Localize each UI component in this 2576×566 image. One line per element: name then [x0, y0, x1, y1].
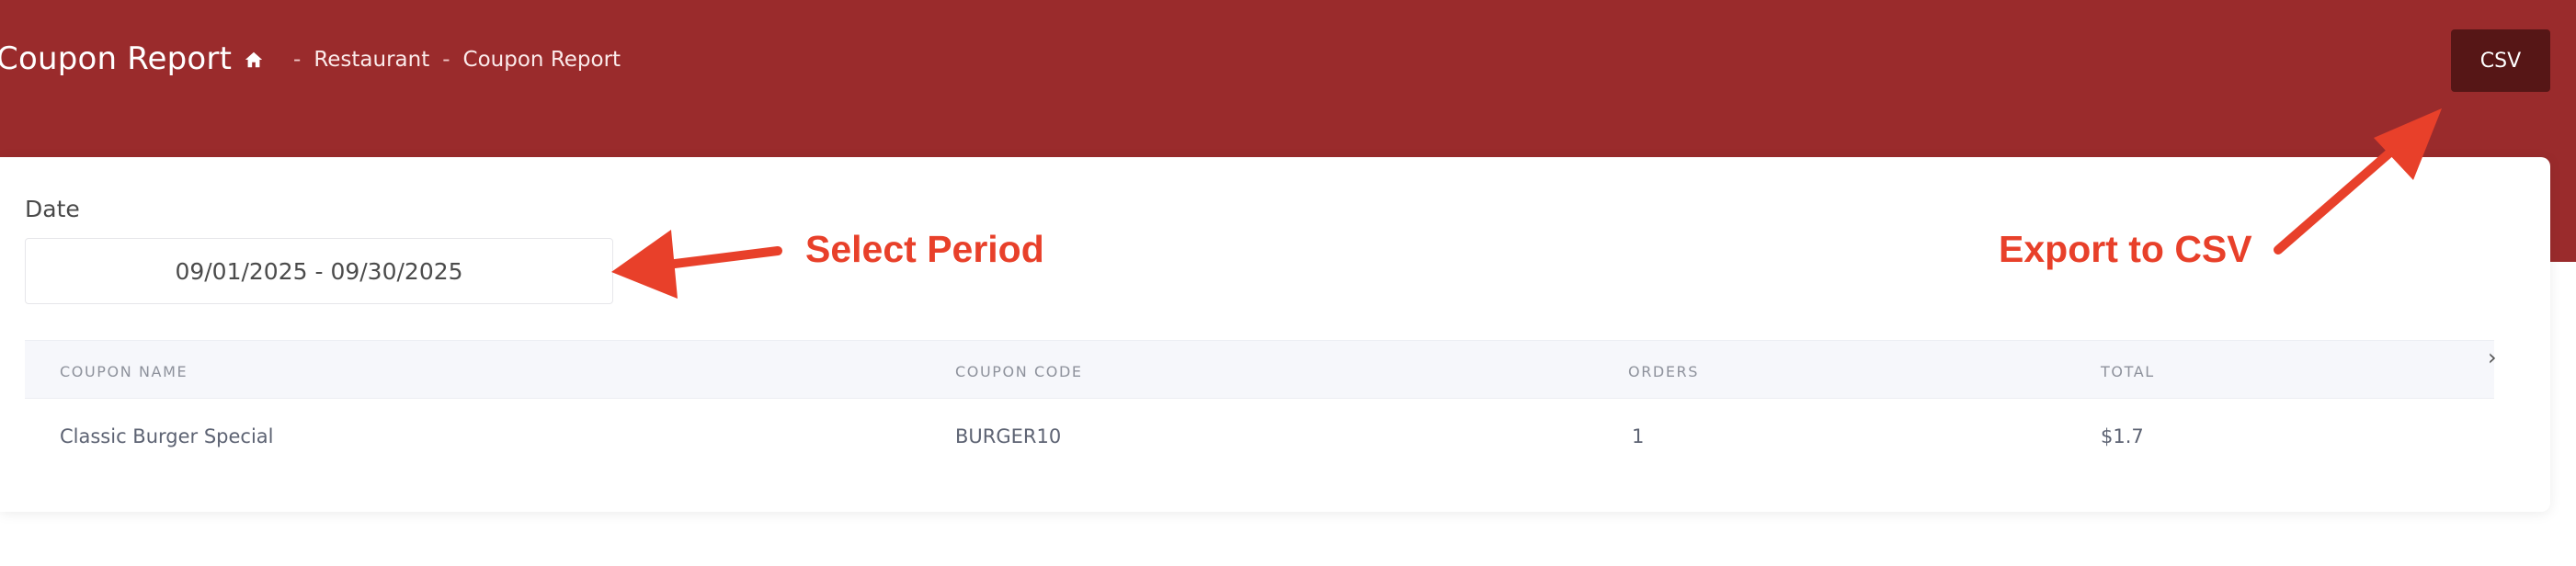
- home-icon[interactable]: [244, 50, 264, 70]
- page-title: Coupon Report: [0, 40, 233, 77]
- table-header: COUPON NAME COUPON CODE ORDERS TOTAL: [25, 340, 2494, 399]
- date-range-input[interactable]: [25, 238, 613, 304]
- cell-coupon-name: Classic Burger Special: [60, 425, 274, 447]
- scroll-right-icon[interactable]: ›: [2488, 345, 2497, 370]
- table-row: Classic Burger Special BURGER10 1 $1.7: [25, 399, 2494, 474]
- cell-total: $1.7: [2101, 425, 2144, 447]
- cell-coupon-code: BURGER10: [955, 425, 1062, 447]
- csv-export-button[interactable]: CSV: [2451, 29, 2550, 92]
- export-csv-annotation: Export to CSV: [1999, 228, 2252, 270]
- column-header-orders[interactable]: ORDERS: [1628, 363, 1699, 380]
- date-label: Date: [25, 196, 80, 222]
- column-header-total[interactable]: TOTAL: [2101, 363, 2155, 380]
- breadcrumb: - Restaurant - Coupon Report: [244, 48, 621, 72]
- coupon-table: COUPON NAME COUPON CODE ORDERS TOTAL Cla…: [25, 340, 2494, 474]
- column-header-coupon-code[interactable]: COUPON CODE: [955, 363, 1083, 380]
- breadcrumb-item-coupon-report: Coupon Report: [462, 48, 621, 72]
- report-card: Date COUPON NAME COUPON CODE ORDERS TOTA…: [0, 157, 2550, 512]
- column-header-coupon-name[interactable]: COUPON NAME: [60, 363, 188, 380]
- breadcrumb-item-restaurant[interactable]: Restaurant: [313, 48, 429, 72]
- cell-orders: 1: [1632, 425, 1645, 447]
- breadcrumb-separator: -: [442, 48, 450, 72]
- select-period-annotation: Select Period: [805, 228, 1044, 270]
- breadcrumb-separator: -: [293, 48, 302, 72]
